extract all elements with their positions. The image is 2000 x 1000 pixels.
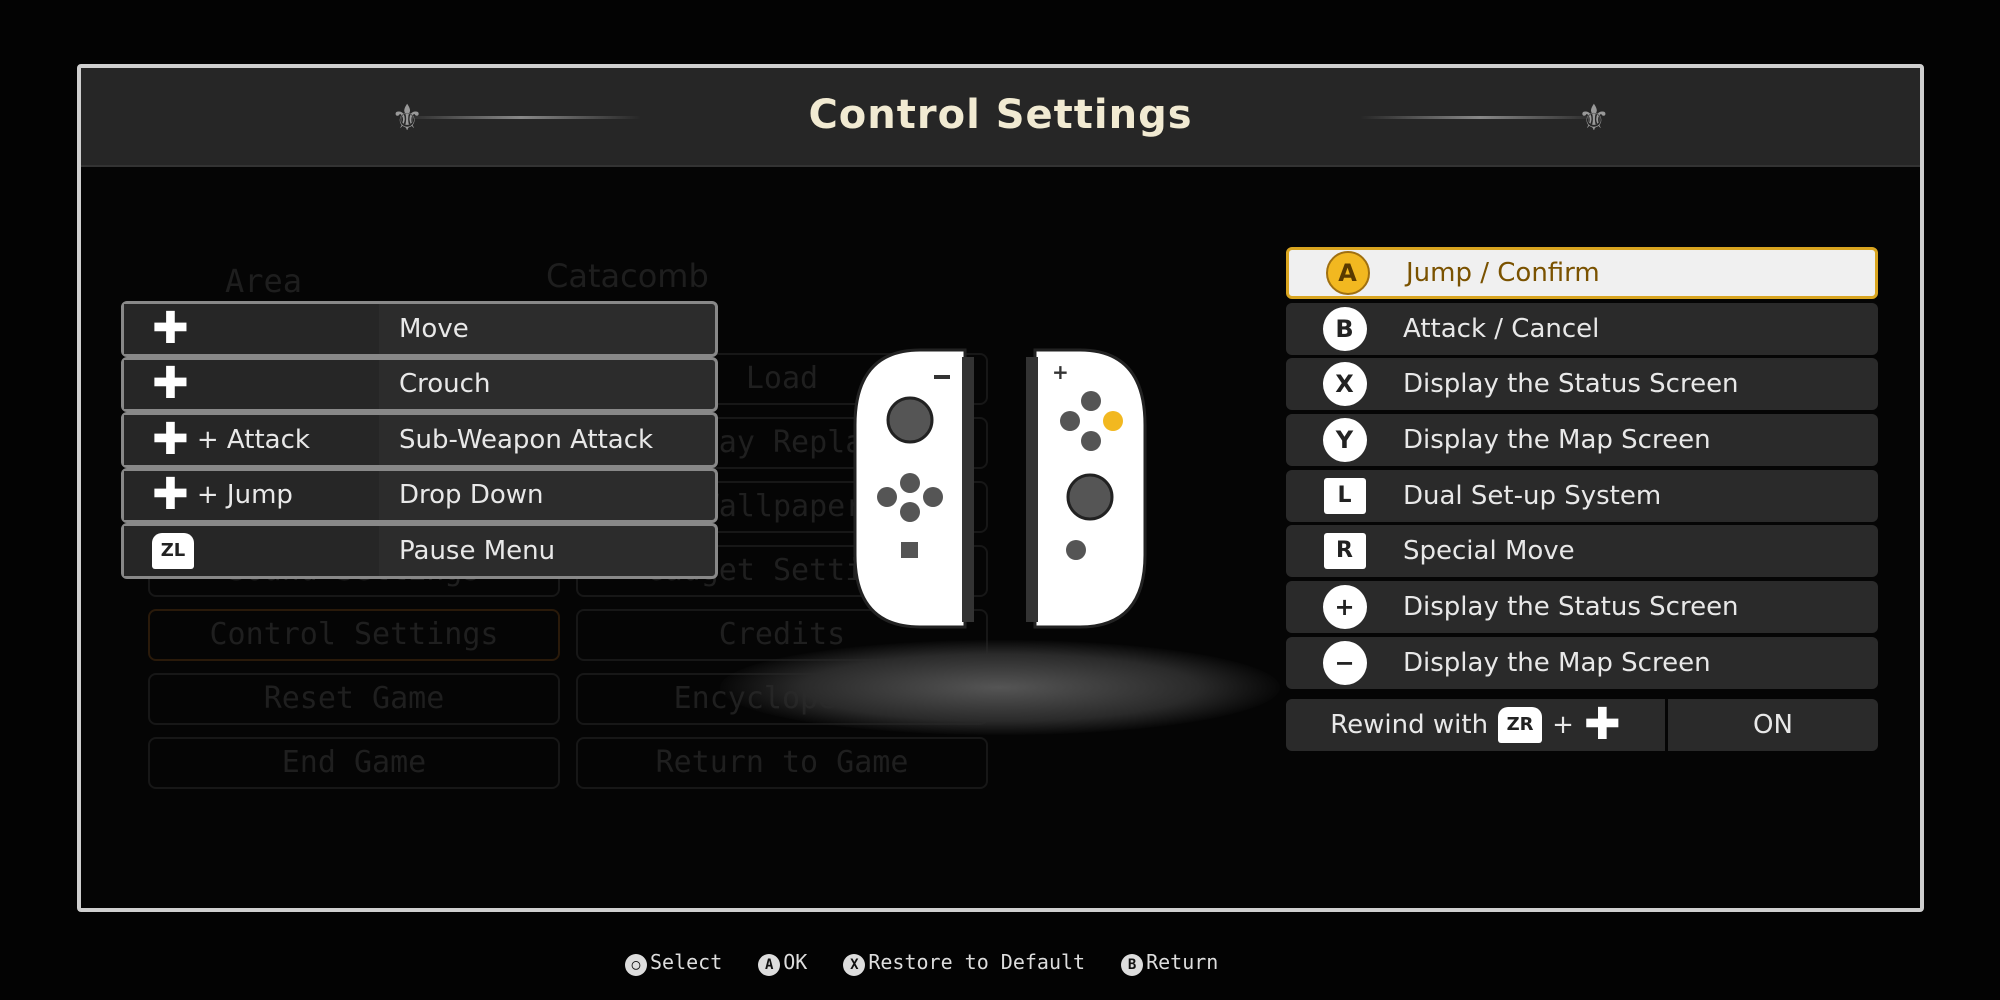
- button-hint-icon: B: [1121, 954, 1144, 976]
- action-label: Sub-Weapon Attack: [399, 424, 654, 455]
- action-label: Display the Map Screen: [1403, 647, 1711, 678]
- dpad-icon: ✚: [1583, 698, 1621, 750]
- action-label: Special Move: [1403, 536, 1575, 567]
- button-hint-icon: A: [758, 954, 781, 976]
- rewind-setting[interactable]: Rewind with ZR + ✚ ON: [1286, 698, 1878, 751]
- background-menu-button: Control Settings: [148, 609, 560, 661]
- zr-button-icon: ZR: [1498, 706, 1543, 743]
- fleur-icon: ⚜: [1577, 98, 1610, 139]
- binding-row[interactable]: + Display the Status Screen: [1286, 581, 1878, 634]
- button-1-icon: B: [1322, 306, 1367, 351]
- button-5-icon: R: [1323, 533, 1366, 570]
- hint-label: OK: [783, 950, 808, 974]
- floor-shadow: [720, 640, 1280, 735]
- background-menu-button: Return to Game: [576, 737, 988, 789]
- zl-button-icon: ZL: [152, 532, 194, 569]
- binding-row[interactable]: B Attack / Cancel: [1286, 302, 1878, 355]
- footer-hint: A OK: [758, 950, 807, 976]
- svg-text:+: +: [1052, 360, 1069, 384]
- binding-row[interactable]: ✚ + Attack Sub-Weapon Attack: [121, 412, 718, 468]
- background-menu-button: Reset Game: [148, 673, 560, 725]
- right-joycon: +: [1026, 348, 1147, 629]
- action-label: Display the Status Screen: [1403, 369, 1739, 400]
- rewind-label: Rewind with: [1330, 709, 1489, 740]
- binding-row[interactable]: − Display the Map Screen: [1286, 636, 1878, 689]
- binding-row[interactable]: A Jump / Confirm: [1286, 247, 1878, 299]
- modifier-label: + Attack: [196, 424, 310, 455]
- left-bindings-panel: ✚ Move ✚ Crouch ✚ + Attack Sub-Weapon Attack ✚ +…: [121, 301, 718, 579]
- left-joycon: [853, 348, 974, 629]
- action-label: Move: [399, 313, 469, 344]
- binding-row[interactable]: ✚ + Jump Drop Down: [121, 467, 718, 523]
- hint-label: Restore to Default: [868, 950, 1086, 974]
- button-7-icon: −: [1322, 640, 1367, 685]
- button-0-icon: A: [1325, 251, 1370, 295]
- area-label: Area: [225, 262, 303, 300]
- binding-row[interactable]: X Display the Status Screen: [1286, 358, 1878, 411]
- footer-hint: X Restore to Default: [843, 950, 1085, 976]
- rewind-value[interactable]: ON: [1668, 710, 1878, 740]
- dpad-up-icon: ✚: [152, 413, 189, 465]
- action-label: Drop Down: [399, 480, 544, 511]
- title-bar: ⚜ Control Settings ⚜: [81, 68, 1920, 167]
- binding-row[interactable]: L Dual Set-up System: [1286, 469, 1878, 522]
- right-bindings-panel: A Jump / Confirm B Attack / Cancel X Display …: [1286, 247, 1878, 751]
- dpad-icon: ✚: [152, 302, 189, 354]
- page-title: Control Settings: [808, 92, 1193, 138]
- joycon-illustration: +: [853, 348, 1147, 629]
- hint-label: Return: [1146, 950, 1219, 974]
- modifier-label: + Jump: [196, 480, 293, 511]
- background-menu-button: End Game: [148, 737, 560, 789]
- dpad-down-icon: ✚: [152, 469, 189, 521]
- action-label: Attack / Cancel: [1403, 313, 1600, 344]
- action-label: Display the Map Screen: [1403, 425, 1711, 456]
- binding-row[interactable]: ✚ Move: [121, 301, 718, 357]
- binding-row[interactable]: Y Display the Map Screen: [1286, 414, 1878, 467]
- action-label: Jump / Confirm: [1406, 258, 1600, 288]
- action-label: Dual Set-up System: [1403, 480, 1662, 511]
- button-4-icon: L: [1323, 477, 1366, 514]
- button-6-icon: +: [1322, 585, 1367, 630]
- binding-row[interactable]: ✚ Crouch: [121, 356, 718, 412]
- area-value: Catacomb: [546, 257, 709, 295]
- plus-sign: +: [1552, 709, 1574, 740]
- action-label: Pause Menu: [399, 535, 556, 566]
- button-2-icon: X: [1322, 362, 1367, 407]
- button-3-icon: Y: [1322, 418, 1367, 463]
- binding-row[interactable]: ZL Pause Menu: [121, 523, 718, 579]
- footer-hint: B Return: [1121, 950, 1218, 976]
- footer-hint: ◯ Select: [625, 950, 722, 976]
- button-hint-icon: X: [843, 954, 866, 976]
- action-label: Crouch: [399, 369, 491, 400]
- ornament-right: [1360, 116, 1600, 119]
- footer-hints: ◯ Select A OK X Restore to Default B Return: [625, 950, 1218, 976]
- action-label: Display the Status Screen: [1403, 592, 1739, 623]
- binding-row[interactable]: R Special Move: [1286, 525, 1878, 578]
- hint-label: Select: [650, 950, 723, 974]
- dpad-down-icon: ✚: [152, 358, 189, 410]
- button-hint-icon: ◯: [625, 954, 647, 976]
